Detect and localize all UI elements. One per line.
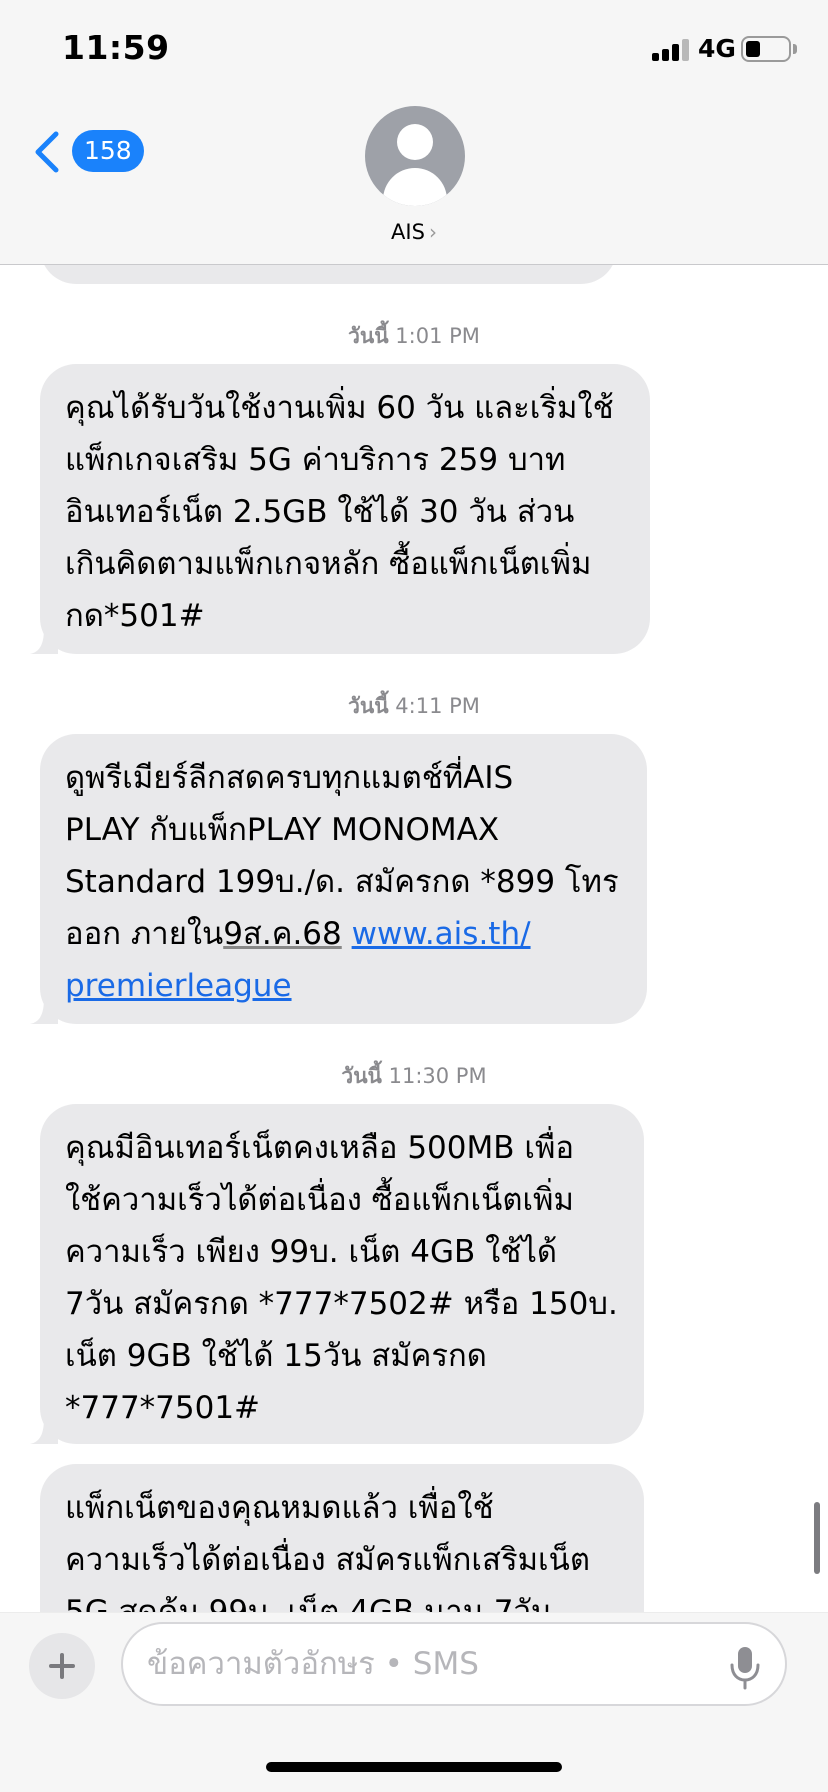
message-input-field[interactable] xyxy=(121,1622,787,1706)
contact-name: AIS xyxy=(391,220,425,244)
message-text: คุณได้รับวันใช้งานเพิ่ม 60 วัน และเริ่มใ… xyxy=(65,390,614,634)
person-silhouette-body xyxy=(383,168,447,206)
signal-bars-icon xyxy=(652,39,692,61)
back-button[interactable]: 158 xyxy=(26,128,144,176)
message-text: ดูพรีเมียร์ลีกสดครบทุกแมตช์ที่AIS PLAY ก… xyxy=(65,760,619,1004)
message-input[interactable] xyxy=(147,1624,707,1704)
status-time: 11:59 xyxy=(62,28,170,67)
bubble-tail-icon xyxy=(30,628,58,654)
date-link[interactable]: 9ส.ค.68 xyxy=(223,916,342,952)
scroll-indicator[interactable] xyxy=(814,1502,820,1574)
chevron-left-icon xyxy=(35,131,59,173)
message-text: แพ็กเน็ตของคุณหมดแล้ว เพื่อใช้ ความเร็วไ… xyxy=(65,1490,590,1612)
bubble-tail-icon xyxy=(30,998,58,1024)
bubble-tail-icon xyxy=(30,1418,58,1444)
message-bubble[interactable]: คุณมีอินเทอร์เน็ตคงเหลือ 500MB เพื่อ ใช้… xyxy=(30,1104,644,1444)
battery-level xyxy=(746,41,760,57)
message-timestamp: วันนี้ 11:30 PM xyxy=(341,1064,487,1088)
message-timestamp: วันนี้ 4:11 PM xyxy=(348,694,480,718)
conversation-header: 11:59 4G 158 AIS › xyxy=(0,0,828,265)
network-type: 4G xyxy=(698,34,736,63)
message-bubble[interactable]: ดูพรีเมียร์ลีกสดครบทุกแมตช์ที่AIS PLAY ก… xyxy=(30,734,647,1024)
plus-icon[interactable] xyxy=(29,1633,95,1699)
message-bubble[interactable]: แพ็กเน็ตของคุณหมดแล้ว เพื่อใช้ ความเร็วไ… xyxy=(40,1464,644,1612)
microphone-icon[interactable] xyxy=(727,1645,763,1691)
battery-icon xyxy=(741,36,791,62)
person-silhouette-icon xyxy=(397,124,433,160)
unread-count-badge: 158 xyxy=(72,130,144,172)
home-indicator[interactable] xyxy=(266,1762,562,1772)
status-bar: 11:59 4G xyxy=(0,0,828,100)
message-bubble[interactable]: คุณได้รับวันใช้งานเพิ่ม 60 วัน และเริ่มใ… xyxy=(30,364,650,654)
chevron-right-icon: › xyxy=(428,220,437,244)
message-text: คุณมีอินเทอร์เน็ตคงเหลือ 500MB เพื่อ ใช้… xyxy=(65,1130,618,1426)
contact-avatar[interactable] xyxy=(365,106,465,206)
messages-screen: วันนี้ 1:01 PM คุณได้รับวันใช้งานเพิ่ม 6… xyxy=(0,0,828,1792)
message-timestamp: วันนี้ 1:01 PM xyxy=(348,324,480,348)
battery-tip xyxy=(793,44,797,54)
contact-name-button[interactable]: AIS › xyxy=(0,220,828,244)
